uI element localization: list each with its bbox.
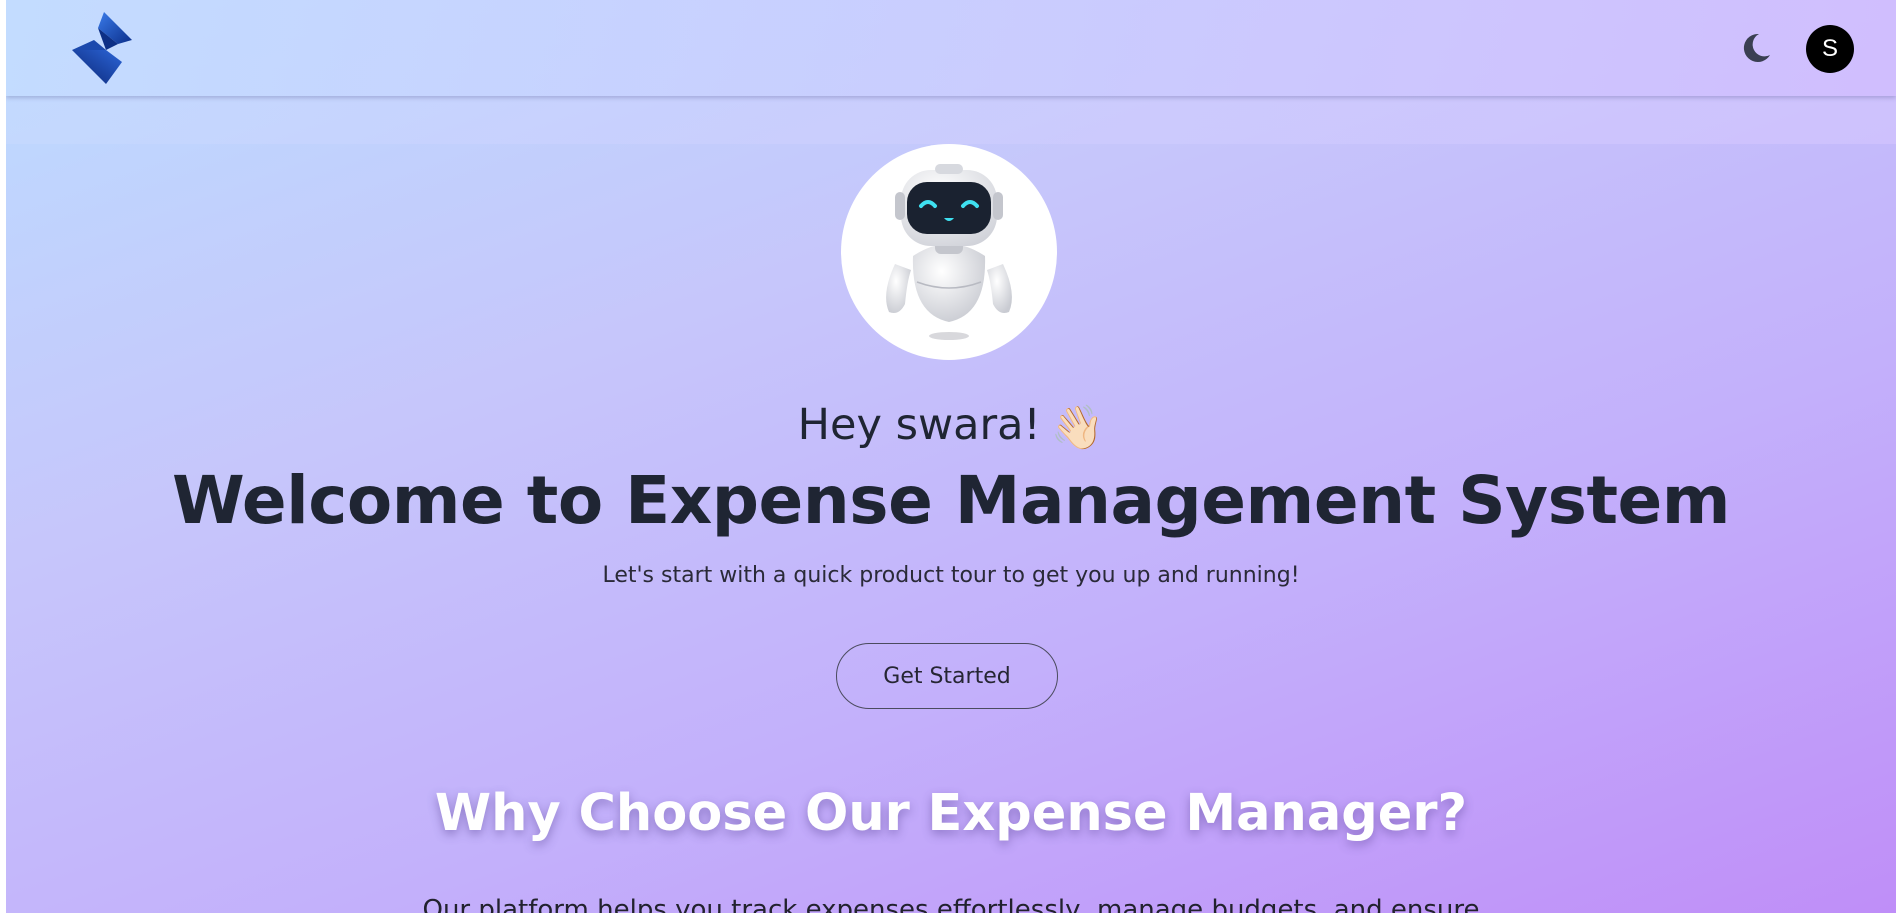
moon-icon — [1743, 33, 1770, 62]
page-title: Welcome to Expense Management System — [171, 462, 1731, 539]
get-started-button[interactable]: Get Started — [836, 643, 1058, 709]
greeting-text: Hey swara! — [797, 400, 1041, 450]
brand-logo-icon[interactable] — [68, 10, 144, 86]
theme-toggle-button[interactable] — [1736, 28, 1776, 68]
hero-subtitle: Let's start with a quick product tour to… — [602, 563, 1300, 588]
user-avatar-button[interactable]: S — [1806, 25, 1854, 73]
features-section-title: Why Choose Our Expense Manager? — [434, 784, 1468, 843]
header-subband — [6, 96, 1896, 144]
greeting-heading: Hey swara! 👋🏻 — [6, 395, 1896, 458]
top-navbar: S — [6, 0, 1896, 96]
robot-mascot-image — [841, 144, 1057, 360]
features-description: Our platform helps you track expenses ef… — [422, 895, 1480, 913]
waving-hand-emoji: 👋🏻 — [1050, 402, 1105, 453]
page: S Hey swara! 👋🏻 Welcome to Expense Manag… — [6, 0, 1896, 913]
avatar-initial: S — [1821, 35, 1838, 62]
